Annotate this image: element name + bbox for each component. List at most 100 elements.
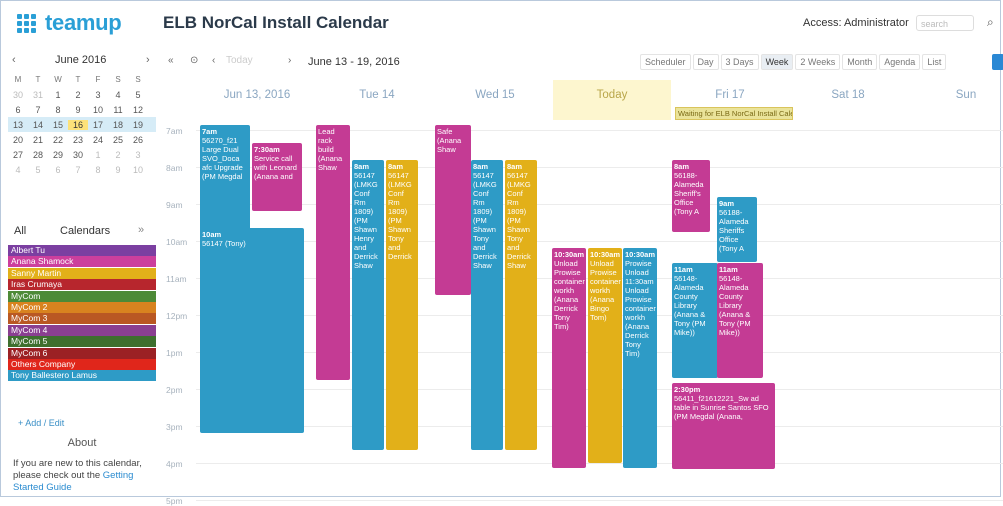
mini-day[interactable]: 7 xyxy=(68,165,88,175)
mini-day[interactable]: 5 xyxy=(128,90,148,100)
menu-button[interactable] xyxy=(992,54,1003,70)
mini-day[interactable]: 17 xyxy=(88,120,108,130)
calendar-event[interactable]: 2:30pm 56411_f21612221_Sw ad table in Sun… xyxy=(672,383,775,469)
prev-fast-button[interactable]: « xyxy=(168,55,174,66)
calendar-event[interactable]: 10:30am Prowise Unload 11:30am Unload Pro… xyxy=(623,248,657,468)
mini-day[interactable]: 19 xyxy=(128,120,148,130)
calendar-item[interactable]: Albert Tu xyxy=(8,245,156,256)
mini-day[interactable]: 8 xyxy=(48,105,68,115)
view-week-button[interactable]: Week xyxy=(760,54,794,70)
view-agenda-button[interactable]: Agenda xyxy=(879,54,921,70)
mini-day[interactable]: 8 xyxy=(88,165,108,175)
calendar-item[interactable]: MyCom 3 xyxy=(8,313,156,325)
calendar-item[interactable]: MyCom 6 xyxy=(8,347,156,359)
add-edit-calendars-link[interactable]: + Add / Edit xyxy=(18,418,64,428)
prev-button[interactable]: ‹ xyxy=(212,55,215,66)
mini-day[interactable]: 2 xyxy=(68,90,88,100)
teamup-logo[interactable]: teamup xyxy=(17,10,122,36)
collapse-icon[interactable]: » xyxy=(138,224,144,236)
view-3-days-button[interactable]: 3 Days xyxy=(720,54,759,70)
mini-day[interactable]: 20 xyxy=(8,135,28,145)
mini-day[interactable]: 1 xyxy=(88,150,108,160)
mini-day[interactable]: 4 xyxy=(8,165,28,175)
calendar-event[interactable]: 7:30am Service call with Leonard (Anana a… xyxy=(252,143,302,211)
calendar-event[interactable]: Safe (Anana Shaw xyxy=(435,125,471,295)
mini-day[interactable]: 13 xyxy=(8,120,28,130)
calendar-item[interactable]: Sanny Martin xyxy=(8,267,156,279)
calendar-item[interactable]: MyCom 5 xyxy=(8,336,156,348)
mini-day[interactable]: 22 xyxy=(48,135,68,145)
mini-day[interactable]: 10 xyxy=(128,165,148,175)
all-calendars-toggle[interactable]: All xyxy=(14,225,26,237)
calendar-event[interactable]: 8am 56188- Alameda Sheriff's Office (Tony… xyxy=(672,160,710,232)
mini-day[interactable]: 3 xyxy=(88,90,108,100)
mini-day[interactable]: 6 xyxy=(48,165,68,175)
day-header[interactable]: Today xyxy=(553,80,671,124)
calendar-event[interactable]: 10:30am Unload Prowise container workh (A… xyxy=(588,248,622,463)
mini-next-month-button[interactable]: › xyxy=(146,54,150,66)
today-button[interactable]: Today xyxy=(226,55,253,66)
mini-day[interactable]: 26 xyxy=(128,135,148,145)
mini-day[interactable]: 9 xyxy=(108,165,128,175)
day-header[interactable]: Wed 15 xyxy=(436,80,554,124)
view-2-weeks-button[interactable]: 2 Weeks xyxy=(795,54,841,70)
mini-day[interactable]: 5 xyxy=(28,165,48,175)
mini-day[interactable]: 2 xyxy=(108,150,128,160)
day-header[interactable]: Fri 17 xyxy=(671,80,789,124)
mini-day[interactable]: 24 xyxy=(88,135,108,145)
next-button[interactable]: › xyxy=(288,55,291,66)
mini-prev-month-button[interactable]: ‹ xyxy=(12,54,16,66)
view-list-button[interactable]: List xyxy=(922,54,947,70)
calendar-event[interactable]: 8am 56147 (LMKG Conf Rm 1809) (PM Shawn T… xyxy=(471,160,503,450)
calendar-item[interactable]: MyCom xyxy=(8,290,156,302)
mini-day[interactable]: 14 xyxy=(28,120,48,130)
mini-day-today[interactable]: 16 xyxy=(68,119,88,130)
mini-day[interactable]: 27 xyxy=(8,150,28,160)
mini-day[interactable]: 31 xyxy=(28,90,48,100)
mini-day[interactable]: 30 xyxy=(8,90,28,100)
mini-day[interactable]: 18 xyxy=(108,120,128,130)
view-month-button[interactable]: Month xyxy=(842,54,878,70)
mini-day[interactable]: 25 xyxy=(108,135,128,145)
day-header[interactable]: Tue 14 xyxy=(318,80,436,124)
calendar-event[interactable]: 8am 56147 (LMKG Conf Rm 1809) (PM Shawn T… xyxy=(386,160,418,450)
home-icon[interactable]: ⊙ xyxy=(190,55,198,66)
calendar-event[interactable]: Lead rack build (Anana Shaw xyxy=(316,125,350,380)
calendar-event[interactable]: 9am 56188- Alameda Sheriffs Office (Tony … xyxy=(717,197,757,262)
mini-day[interactable]: 6 xyxy=(8,105,28,115)
calendar-event[interactable]: 10:30am Unload Prowise container workh (A… xyxy=(552,248,586,468)
view-day-button[interactable]: Day xyxy=(692,54,719,70)
mini-day[interactable]: 4 xyxy=(108,90,128,100)
mini-day[interactable]: 12 xyxy=(128,105,148,115)
mini-day[interactable]: 9 xyxy=(68,105,88,115)
day-header[interactable]: Jun 13, 2016 xyxy=(198,80,316,124)
mini-day[interactable]: 15 xyxy=(48,120,68,130)
search-icon[interactable]: ⌕ xyxy=(987,15,994,30)
day-header[interactable]: Sat 18 xyxy=(789,80,907,124)
mini-day[interactable]: 23 xyxy=(68,135,88,145)
mini-day[interactable]: 10 xyxy=(88,105,108,115)
mini-day[interactable]: 29 xyxy=(48,150,68,160)
mini-day[interactable]: 11 xyxy=(108,105,128,115)
mini-day[interactable]: 30 xyxy=(68,150,88,160)
mini-day[interactable]: 21 xyxy=(28,135,48,145)
mini-day[interactable]: 7 xyxy=(28,105,48,115)
search-input[interactable]: search xyxy=(916,15,974,31)
calendar-item[interactable]: Anana Shamock xyxy=(8,256,156,268)
calendar-item[interactable]: Others Company xyxy=(8,358,156,370)
mini-day[interactable]: 28 xyxy=(28,150,48,160)
calendar-item[interactable]: Tony Ballestero Lamus xyxy=(8,370,156,382)
calendar-item[interactable]: MyCom 4 xyxy=(8,324,156,336)
calendar-item[interactable]: MyCom 2 xyxy=(8,301,156,313)
calendar-event[interactable]: 8am 56147 (LMKG Conf Rm 1809) (PM Shawn T… xyxy=(505,160,537,450)
calendar-event[interactable]: 8am 56147 (LMKG Conf Rm 1809) (PM Shawn H… xyxy=(352,160,384,450)
calendar-item[interactable]: Iras Crumaya xyxy=(8,279,156,291)
calendar-event[interactable]: 11am 56148- Alameda County Library (Anana… xyxy=(672,263,718,378)
day-header[interactable]: Sun xyxy=(907,80,1003,124)
mini-day[interactable]: 1 xyxy=(48,90,68,100)
calendar-event[interactable]: 10am 56147 (Tony) xyxy=(200,228,304,433)
view-scheduler-button[interactable]: Scheduler xyxy=(640,54,691,70)
event-time: 10:30am xyxy=(554,250,585,259)
mini-day[interactable]: 3 xyxy=(128,150,148,160)
calendar-event[interactable]: 11am 56148- Alameda County Library (Anana… xyxy=(717,263,763,378)
